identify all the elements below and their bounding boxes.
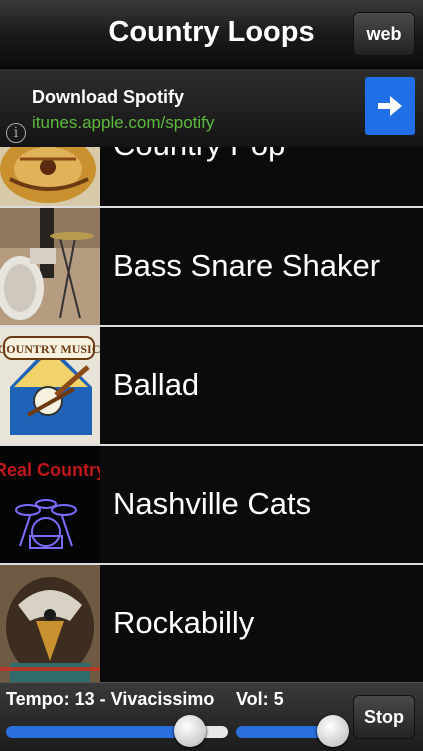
ad-banner[interactable]: Download Spotify itunes.apple.com/spotif… [0, 69, 423, 147]
eagle-guitar-thumbnail [0, 565, 100, 682]
arrow-right-icon[interactable] [365, 77, 415, 135]
country-music-logo-thumbnail: COUNTRY MUSIC [0, 327, 100, 444]
list-item[interactable]: COUNTRY MUSIC Ballad [0, 327, 423, 446]
list-item[interactable]: Real Country Nashville Cats [0, 446, 423, 565]
tempo-slider-fill [6, 726, 190, 738]
list-item[interactable]: Rockabilly [0, 565, 423, 682]
tempo-slider-thumb[interactable] [174, 715, 206, 747]
list-item-label: Nashville Cats [113, 486, 312, 521]
nav-bar: Country Loops web [0, 0, 423, 69]
list-item[interactable]: Country Pop [0, 147, 423, 208]
real-country-drums-thumbnail: Real Country [0, 446, 100, 563]
list-item[interactable]: Bass Snare Shaker [0, 208, 423, 327]
control-bar: Tempo: 13 - Vivacissimo Vol: 5 Stop [0, 682, 423, 751]
svg-text:COUNTRY MUSIC: COUNTRY MUSIC [0, 342, 100, 356]
loop-list[interactable]: Country Pop Bass Snare Shaker [0, 147, 423, 682]
guitar-thumbnail [0, 147, 100, 206]
svg-text:Real Country: Real Country [0, 460, 100, 480]
ad-title: Download Spotify [32, 87, 184, 107]
list-item-label: Ballad [113, 367, 200, 402]
stop-button[interactable]: Stop [353, 695, 415, 739]
drum-kit-thumbnail [0, 208, 100, 325]
ad-url[interactable]: itunes.apple.com/spotify [32, 113, 214, 133]
info-icon[interactable]: i [6, 123, 26, 143]
volume-label: Vol: 5 [236, 689, 284, 709]
web-button[interactable]: web [353, 12, 415, 56]
list-item-label: Bass Snare Shaker [113, 248, 381, 283]
tempo-label: Tempo: 13 - Vivacissimo [6, 689, 215, 709]
volume-slider-thumb[interactable] [317, 715, 349, 747]
list-item-label: Country Pop [113, 147, 285, 163]
list-item-label: Rockabilly [113, 605, 255, 640]
